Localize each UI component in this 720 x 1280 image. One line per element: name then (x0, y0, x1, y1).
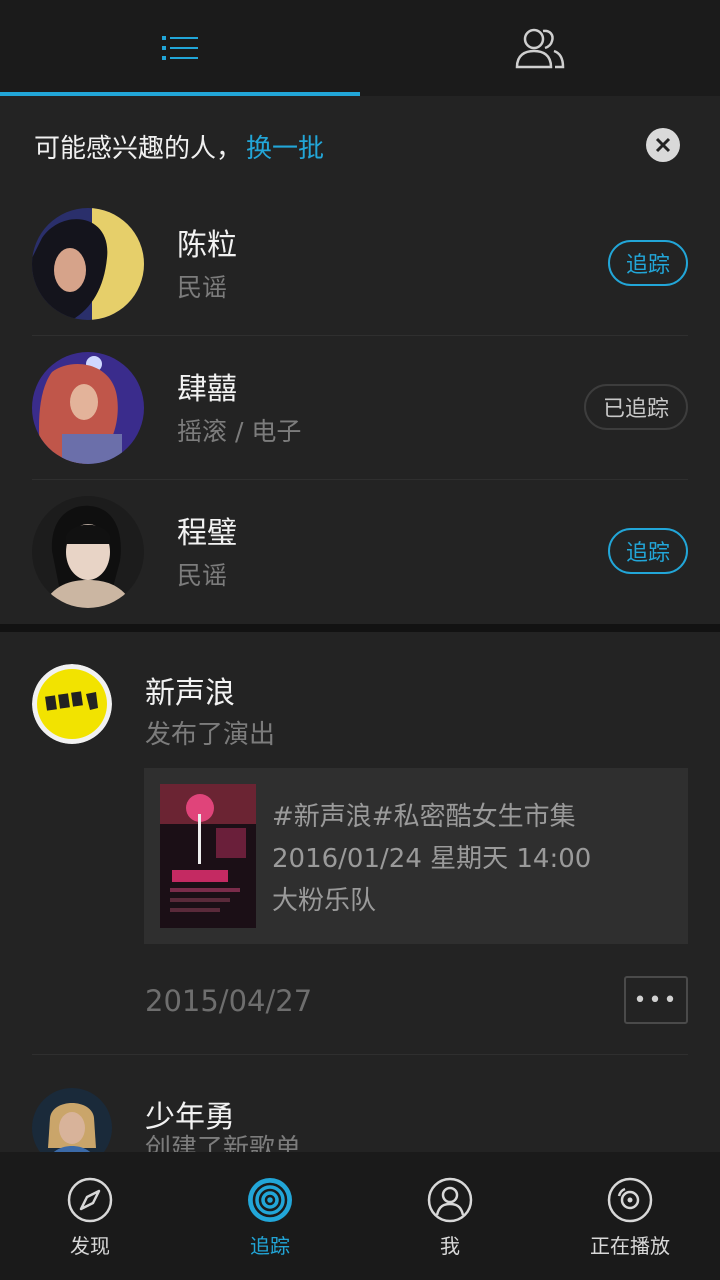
more-icon: ••• (633, 987, 679, 1013)
avatar[interactable] (32, 496, 144, 608)
suggested-person[interactable]: 陈粒 民谣 追踪 (32, 192, 688, 336)
people-icon (515, 28, 565, 69)
top-tab-bar (0, 0, 720, 96)
event-title: #新声浪#私密酷女生市集 (272, 802, 576, 832)
feed-action-text: 发布了演出 (145, 720, 276, 750)
avatar[interactable] (32, 352, 144, 464)
more-options-button[interactable]: ••• (624, 976, 688, 1024)
nav-label: 发现 (70, 1234, 110, 1258)
nav-follow[interactable]: 追踪 (180, 1152, 360, 1280)
nav-label: 正在播放 (590, 1234, 670, 1258)
person-genre: 民谣 (177, 561, 228, 590)
suggested-person[interactable]: 程璧 民谣 追踪 (32, 480, 688, 624)
compass-icon (67, 1177, 113, 1223)
event-card[interactable]: #新声浪#私密酷女生市集 2016/01/24 星期天 14:00 大粉乐队 (144, 768, 688, 944)
user-icon (427, 1177, 473, 1223)
follow-button[interactable]: 追踪 (608, 240, 688, 286)
suggested-person[interactable]: 肆囍 摇滚 / 电子 已追踪 (32, 336, 688, 480)
bottom-navigation: 发现 追踪 我 正在播放 (0, 1152, 720, 1280)
nav-label: 追踪 (250, 1234, 290, 1258)
person-name: 陈粒 (177, 228, 237, 263)
refresh-button[interactable]: 换一批 (246, 128, 324, 165)
person-name: 肆囍 (177, 372, 237, 407)
person-name: 程璧 (177, 516, 237, 551)
following-button[interactable]: 已追踪 (584, 384, 688, 430)
target-icon (248, 1178, 292, 1222)
follow-button[interactable]: 追踪 (608, 528, 688, 574)
disc-icon (607, 1177, 653, 1223)
tab-feed-list[interactable] (0, 0, 360, 96)
event-poster (160, 784, 256, 928)
suggested-people-panel: 可能感兴趣的人， 换一批 陈粒 民谣 追踪 肆囍 摇滚 / 电子 已追踪 程璧 … (0, 96, 720, 624)
event-datetime: 2016/01/24 星期天 14:00 (272, 844, 592, 874)
person-genre: 摇滚 / 电子 (177, 417, 302, 446)
close-icon (655, 137, 671, 153)
nav-now-playing[interactable]: 正在播放 (540, 1152, 720, 1280)
section-separator (0, 624, 720, 632)
suggest-title: 可能感兴趣的人， (34, 133, 243, 164)
tab-people[interactable] (360, 0, 720, 96)
nav-discover[interactable]: 发现 (0, 1152, 180, 1280)
suggest-header: 可能感兴趣的人， 换一批 (34, 126, 324, 166)
event-artist: 大粉乐队 (272, 886, 377, 916)
close-suggest-button[interactable] (646, 128, 680, 162)
nav-me[interactable]: 我 (360, 1152, 540, 1280)
avatar[interactable] (32, 664, 112, 744)
divider (32, 1054, 688, 1055)
feed-date: 2015/04/27 (145, 984, 313, 1018)
avatar[interactable] (32, 208, 144, 320)
feed-user-name[interactable]: 新声浪 (145, 668, 235, 712)
nav-label: 我 (440, 1234, 460, 1258)
list-icon (162, 36, 198, 60)
person-genre: 民谣 (177, 273, 228, 302)
